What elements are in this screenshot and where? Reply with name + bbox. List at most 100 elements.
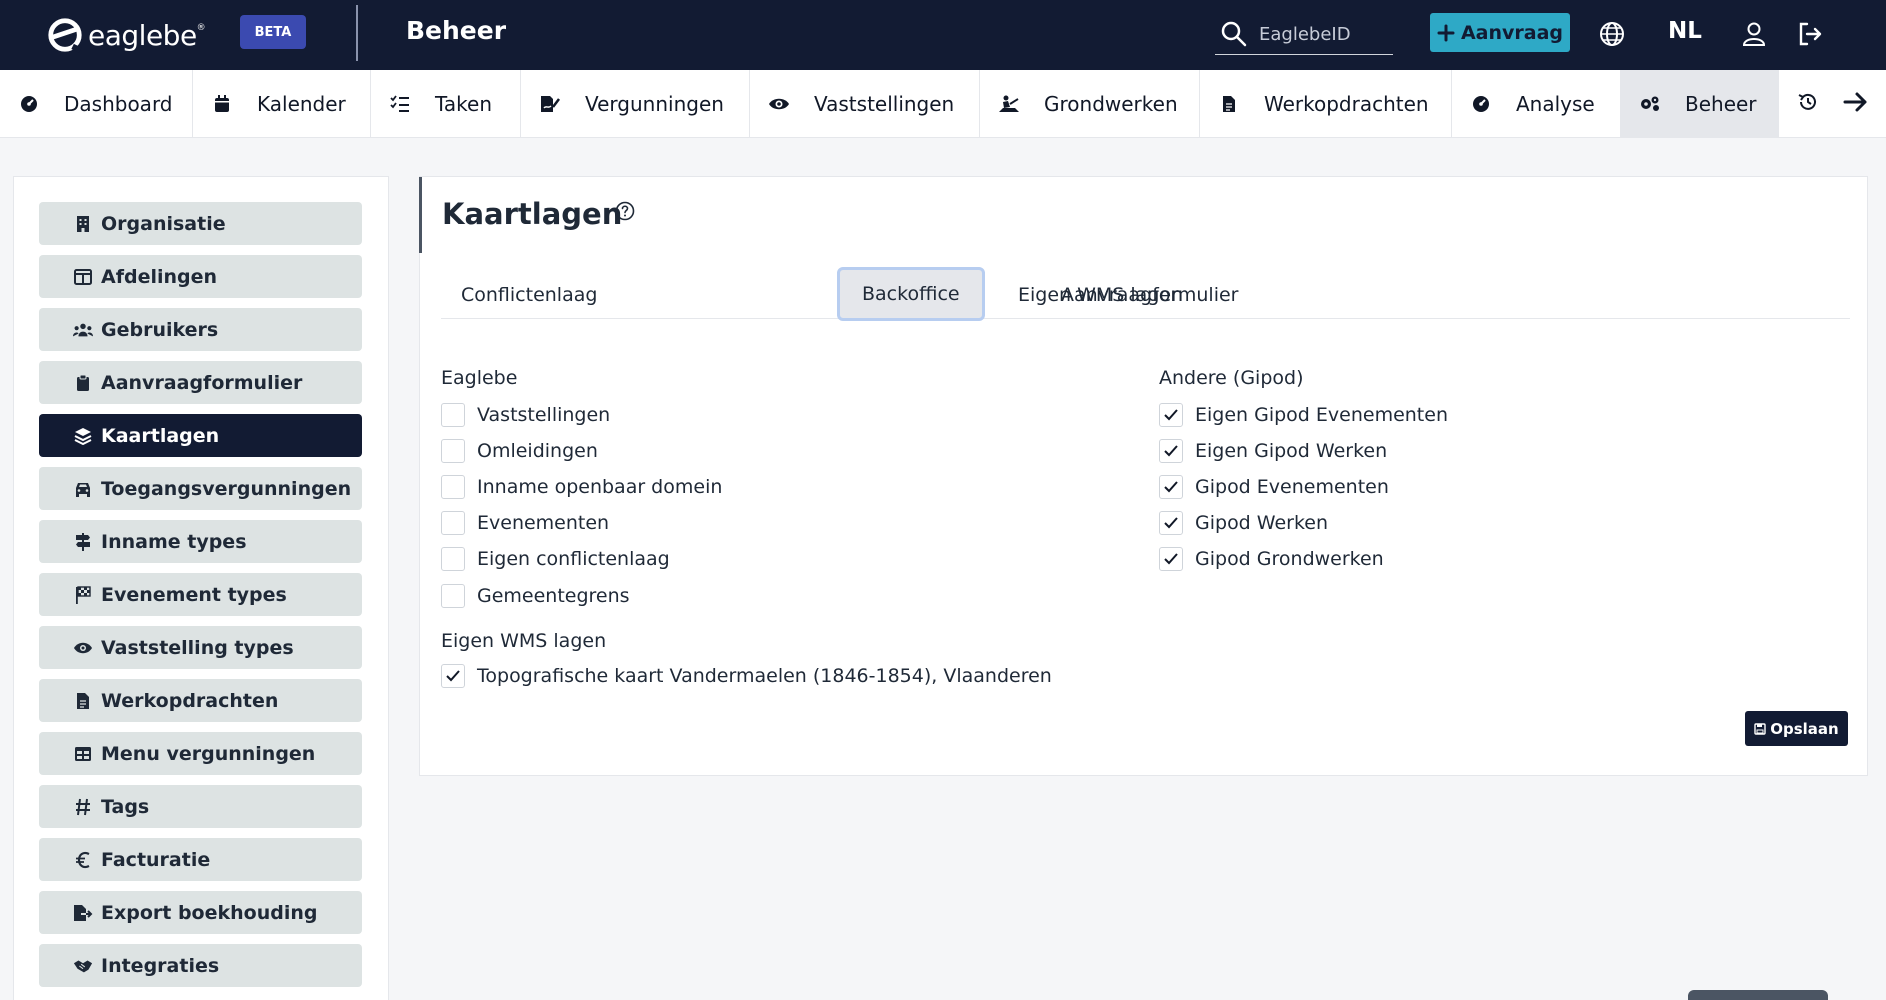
checkbox[interactable] [1159, 475, 1183, 499]
nav-label: Dashboard [64, 92, 173, 116]
checkbox[interactable] [441, 511, 465, 535]
layer-option[interactable]: Inname openbaar domein [441, 475, 722, 499]
checkbox[interactable] [1159, 511, 1183, 535]
sidebar-item-toegangsvergunningen[interactable]: Toegangsvergunningen [39, 467, 362, 510]
sidebar-item-evenement-types[interactable]: Evenement types [39, 573, 362, 616]
layer-label: Evenementen [477, 512, 610, 534]
layer-option[interactable]: Eigen Gipod Werken [1159, 439, 1387, 463]
search-icon[interactable] [1219, 19, 1249, 49]
logout-icon[interactable] [1794, 18, 1826, 50]
checkbox[interactable] [441, 403, 465, 427]
sidebar-item-organisatie[interactable]: Organisatie [39, 202, 362, 245]
user-icon[interactable] [1738, 18, 1770, 50]
header-divider [356, 5, 358, 61]
save-label: Opslaan [1770, 719, 1839, 738]
page-title: Kaartlagen [442, 197, 623, 231]
sidebar-item-gebruikers[interactable]: Gebruikers [39, 308, 362, 351]
sidebar-item-label: Kaartlagen [101, 424, 220, 447]
layer-option[interactable]: Eigen Gipod Evenementen [1159, 403, 1448, 427]
sidebar-item-label: Afdelingen [101, 265, 218, 288]
nav-item-werkopdrachten[interactable]: Werkopdrachten [1200, 70, 1452, 138]
calendar-icon [211, 93, 233, 115]
arrow-right-icon[interactable] [1843, 91, 1869, 117]
layer-option[interactable]: Topografische kaart Vandermaelen (1846-1… [441, 664, 1052, 688]
checkbox[interactable] [441, 664, 465, 688]
nav-item-vaststellingen[interactable]: Vaststellingen [750, 70, 980, 138]
sidebar-item-facturatie[interactable]: Facturatie [39, 838, 362, 881]
signpost-icon [73, 532, 93, 552]
document-icon [73, 691, 93, 711]
group-title-andere-gipod: Andere (Gipod) [1159, 367, 1304, 389]
layer-option[interactable]: Vaststellingen [441, 403, 610, 427]
logo-mark-icon [48, 18, 82, 53]
nav-item-vergunningen[interactable]: Vergunningen [521, 70, 750, 138]
new-request-button[interactable]: Aanvraag [1430, 13, 1570, 52]
sidebar-item-export-boekhouding[interactable]: Export boekhouding [39, 891, 362, 934]
nav-label: Werkopdrachten [1264, 92, 1429, 116]
checkbox[interactable] [441, 439, 465, 463]
clipboard-icon [73, 373, 93, 393]
layer-label: Eigen Gipod Evenementen [1195, 404, 1448, 426]
layer-label: Omleidingen [477, 440, 598, 462]
save-button[interactable]: Opslaan [1745, 711, 1848, 746]
sidebar-item-tags[interactable]: Tags [39, 785, 362, 828]
group-title-eigen-wms-lagen: Eigen WMS lagen [441, 630, 607, 652]
sidebar-item-werkopdrachten[interactable]: Werkopdrachten [39, 679, 362, 722]
sidebar-item-label: Evenement types [101, 583, 287, 606]
nav-item-grondwerken[interactable]: Grondwerken [980, 70, 1200, 138]
sidebar-item-kaartlagen[interactable]: Kaartlagen [39, 414, 362, 457]
nav-item-taken[interactable]: Taken [371, 70, 521, 138]
layer-option[interactable]: Omleidingen [441, 439, 598, 463]
checkbox[interactable] [1159, 403, 1183, 427]
checkbox[interactable] [441, 547, 465, 571]
gauge-icon [1470, 93, 1492, 115]
sidebar-item-afdelingen[interactable]: Afdelingen [39, 255, 362, 298]
checkbox[interactable] [441, 584, 465, 608]
nav-item-beheer[interactable]: Beheer [1621, 70, 1779, 138]
nav-item-dashboard[interactable]: Dashboard [0, 70, 193, 138]
nav-label: Taken [435, 92, 493, 116]
sidebar-item-menu-vergunningen[interactable]: Menu vergunningen [39, 732, 362, 775]
checklist-icon [389, 93, 411, 115]
sidebar-item-label: Aanvraagformulier [101, 371, 303, 394]
layer-label: Inname openbaar domein [477, 476, 723, 498]
sidebar-item-vaststelling-types[interactable]: Vaststelling types [39, 626, 362, 669]
brand-logo[interactable]: eaglebe ® [46, 16, 206, 54]
checkbox[interactable] [441, 475, 465, 499]
checkbox[interactable] [1159, 547, 1183, 571]
nav-item-kalender[interactable]: Kalender [193, 70, 371, 138]
nav-item-analyse[interactable]: Analyse [1452, 70, 1621, 138]
floating-action-tab[interactable] [1688, 990, 1828, 1000]
layer-option[interactable]: Gipod Grondwerken [1159, 547, 1384, 571]
sidebar-item-aanvraagformulier[interactable]: Aanvraagformulier [39, 361, 362, 404]
group-title-eaglebe: Eaglebe [441, 367, 518, 389]
table-icon [73, 744, 93, 764]
nav-label: Beheer [1685, 92, 1757, 116]
tab-eigen-wms-lagen[interactable]: Eigen WMS lagen [1018, 271, 1183, 319]
nav-label: Grondwerken [1044, 92, 1178, 116]
layer-option[interactable]: Gemeentegrens [441, 584, 630, 608]
search-box [1215, 13, 1393, 55]
panel-accent-bar [419, 177, 422, 253]
layer-option[interactable]: Evenementen [441, 511, 609, 535]
eye-icon [73, 638, 93, 658]
app-title: Beheer [406, 16, 507, 45]
globe-icon[interactable] [1596, 18, 1628, 50]
checkbox[interactable] [1159, 439, 1183, 463]
layer-label: Eigen conflictenlaag [477, 548, 670, 570]
tab-backoffice[interactable]: Backoffice [837, 267, 985, 321]
tab-conflictenlaag[interactable]: Conflictenlaag [461, 271, 597, 319]
history-icon[interactable] [1797, 91, 1819, 117]
document-icon [1218, 93, 1240, 115]
sidebar-item-inname-types[interactable]: Inname types [39, 520, 362, 563]
layer-option[interactable]: Eigen conflictenlaag [441, 547, 670, 571]
help-icon[interactable] [615, 201, 635, 221]
sidebar-item-label: Vaststelling types [101, 636, 294, 659]
sidebar-item-integraties[interactable]: Integraties [39, 944, 362, 987]
layer-label: Topografische kaart Vandermaelen (1846-1… [477, 665, 1052, 687]
layer-option[interactable]: Gipod Werken [1159, 511, 1328, 535]
search-input[interactable] [1259, 21, 1389, 47]
layer-option[interactable]: Gipod Evenementen [1159, 475, 1389, 499]
language-selector[interactable]: NL [1668, 18, 1702, 44]
eye-icon [768, 93, 790, 115]
